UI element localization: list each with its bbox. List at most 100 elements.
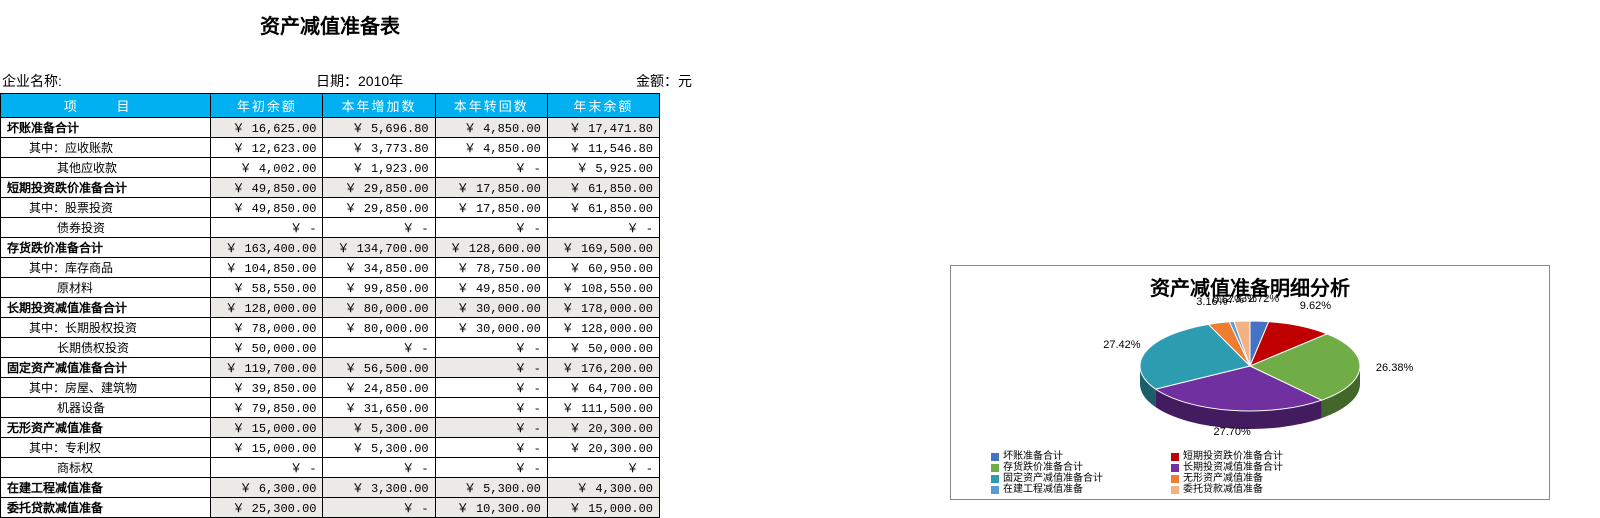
- value-cell: ￥ 111,500.00: [547, 398, 659, 418]
- item-cell: 无形资产减值准备: [1, 418, 211, 438]
- pct-label: 27.42%: [1103, 339, 1140, 351]
- value-cell: ￥ 61,850.00: [547, 178, 659, 198]
- value-cell: ￥ 80,000.00: [323, 298, 435, 318]
- legend-label: 固定资产减值准备合计: [1003, 473, 1103, 484]
- value-cell: ￥ 30,000.00: [435, 298, 547, 318]
- item-cell: 原材料: [1, 278, 211, 298]
- legend-label: 无形资产减值准备: [1183, 473, 1263, 484]
- value-cell: ￥ -: [323, 498, 435, 518]
- value-cell: ￥ 49,850.00: [435, 278, 547, 298]
- col-header: 年初余额: [211, 94, 323, 118]
- value-cell: ￥ 5,925.00: [547, 158, 659, 178]
- item-cell: 短期投资跌价准备合计: [1, 178, 211, 198]
- value-cell: ￥ 79,850.00: [211, 398, 323, 418]
- value-cell: ￥ -: [547, 458, 659, 478]
- item-cell: 债券投资: [1, 218, 211, 238]
- value-cell: ￥ -: [435, 358, 547, 378]
- value-cell: ￥ -: [323, 338, 435, 358]
- value-cell: ￥ 16,625.00: [211, 118, 323, 138]
- legend-swatch: [1171, 453, 1179, 461]
- value-cell: ￥ 15,000.00: [211, 438, 323, 458]
- value-cell: ￥ 80,000.00: [323, 318, 435, 338]
- value-cell: ￥ 50,000.00: [211, 338, 323, 358]
- value-cell: ￥ 4,850.00: [435, 118, 547, 138]
- item-cell: 长期债权投资: [1, 338, 211, 358]
- value-cell: ￥ 3,300.00: [323, 478, 435, 498]
- legend-item: 委托贷款减值准备: [1171, 484, 1351, 495]
- value-cell: ￥ 10,300.00: [435, 498, 547, 518]
- value-cell: ￥ 176,200.00: [547, 358, 659, 378]
- value-cell: ￥ 64,700.00: [547, 378, 659, 398]
- value-cell: ￥ 128,600.00: [435, 238, 547, 258]
- pct-label: 26.38%: [1376, 362, 1413, 374]
- value-cell: ￥ 108,550.00: [547, 278, 659, 298]
- item-cell: 坏账准备合计: [1, 118, 211, 138]
- page-title: 资产减值准备表: [0, 10, 700, 39]
- col-header: 本年转回数: [435, 94, 547, 118]
- legend-swatch: [991, 475, 999, 483]
- value-cell: ￥ 56,500.00: [323, 358, 435, 378]
- value-cell: ￥ 17,850.00: [435, 198, 547, 218]
- item-cell: 长期投资减值准备合计: [1, 298, 211, 318]
- value-cell: ￥ 78,750.00: [435, 258, 547, 278]
- value-cell: ￥ 169,500.00: [547, 238, 659, 258]
- value-cell: ￥ 5,696.80: [323, 118, 435, 138]
- value-cell: ￥ 15,000.00: [547, 498, 659, 518]
- table-row: 其中：房屋、建筑物￥ 39,850.00￥ 24,850.00￥ -￥ 64,7…: [1, 378, 660, 398]
- item-cell: 委托贷款减值准备: [1, 498, 211, 518]
- value-cell: ￥ -: [435, 438, 547, 458]
- value-cell: ￥ 99,850.00: [323, 278, 435, 298]
- legend-swatch: [991, 464, 999, 472]
- value-cell: ￥ 39,850.00: [211, 378, 323, 398]
- table-row: 其中：专利权￥ 15,000.00￥ 5,300.00￥ -￥ 20,300.0…: [1, 438, 660, 458]
- table-row: 无形资产减值准备￥ 15,000.00￥ 5,300.00￥ -￥ 20,300…: [1, 418, 660, 438]
- value-cell: ￥ 12,623.00: [211, 138, 323, 158]
- chart-legend: 坏账准备合计短期投资跌价准备合计存货跌价准备合计长期投资减值准备合计固定资产减值…: [951, 451, 1549, 495]
- value-cell: ￥ -: [435, 458, 547, 478]
- company-label: 企业名称:: [0, 71, 316, 91]
- table-row: 其中：应收账款￥ 12,623.00￥ 3,773.80￥ 4,850.00￥ …: [1, 138, 660, 158]
- legend-label: 坏账准备合计: [1003, 451, 1063, 462]
- value-cell: ￥ -: [435, 418, 547, 438]
- item-cell: 固定资产减值准备合计: [1, 358, 211, 378]
- table-row: 固定资产减值准备合计￥ 119,700.00￥ 56,500.00￥ -￥ 17…: [1, 358, 660, 378]
- table-row: 长期债权投资￥ 50,000.00￥ -￥ -￥ 50,000.00: [1, 338, 660, 358]
- value-cell: ￥ 50,000.00: [547, 338, 659, 358]
- table-row: 委托贷款减值准备￥ 25,300.00￥ -￥ 10,300.00￥ 15,00…: [1, 498, 660, 518]
- item-cell: 存货跌价准备合计: [1, 238, 211, 258]
- value-cell: ￥ 49,850.00: [211, 178, 323, 198]
- table-row: 其他应收款￥ 4,002.00￥ 1,923.00￥ -￥ 5,925.00: [1, 158, 660, 178]
- legend-label: 存货跌价准备合计: [1003, 462, 1083, 473]
- value-cell: ￥ -: [435, 218, 547, 238]
- value-cell: ￥ -: [211, 218, 323, 238]
- legend-swatch: [1171, 486, 1179, 494]
- value-cell: ￥ 31,650.00: [323, 398, 435, 418]
- item-cell: 其中：房屋、建筑物: [1, 378, 211, 398]
- legend-label: 在建工程减值准备: [1003, 484, 1083, 495]
- table-row: 坏账准备合计￥ 16,625.00￥ 5,696.80￥ 4,850.00￥ 1…: [1, 118, 660, 138]
- value-cell: ￥ 6,300.00: [211, 478, 323, 498]
- item-cell: 机器设备: [1, 398, 211, 418]
- table-row: 存货跌价准备合计￥ 163,400.00￥ 134,700.00￥ 128,60…: [1, 238, 660, 258]
- value-cell: ￥ 128,000.00: [547, 318, 659, 338]
- value-cell: ￥ 25,300.00: [211, 498, 323, 518]
- value-cell: ￥ 1,923.00: [323, 158, 435, 178]
- chart-panel: 资产减值准备明细分析 2.72%9.62%26.38%27.70%27.42%3…: [950, 265, 1550, 500]
- legend-label: 长期投资减值准备合计: [1183, 462, 1283, 473]
- value-cell: ￥ -: [435, 158, 547, 178]
- value-cell: ￥ -: [435, 378, 547, 398]
- item-cell: 其中：股票投资: [1, 198, 211, 218]
- value-cell: ￥ 128,000.00: [211, 298, 323, 318]
- value-cell: ￥ 5,300.00: [323, 438, 435, 458]
- pct-label: 9.62%: [1300, 300, 1331, 312]
- table-row: 商标权￥ -￥ -￥ -￥ -: [1, 458, 660, 478]
- pct-label: 2.33%: [1226, 293, 1257, 305]
- value-cell: ￥ 24,850.00: [323, 378, 435, 398]
- legend-swatch: [991, 486, 999, 494]
- unit-label: 金额：元: [586, 71, 700, 91]
- table-row: 其中：库存商品￥ 104,850.00￥ 34,850.00￥ 78,750.0…: [1, 258, 660, 278]
- value-cell: ￥ 134,700.00: [323, 238, 435, 258]
- legend-swatch: [991, 453, 999, 461]
- table-row: 长期投资减值准备合计￥ 128,000.00￥ 80,000.00￥ 30,00…: [1, 298, 660, 318]
- value-cell: ￥ -: [435, 338, 547, 358]
